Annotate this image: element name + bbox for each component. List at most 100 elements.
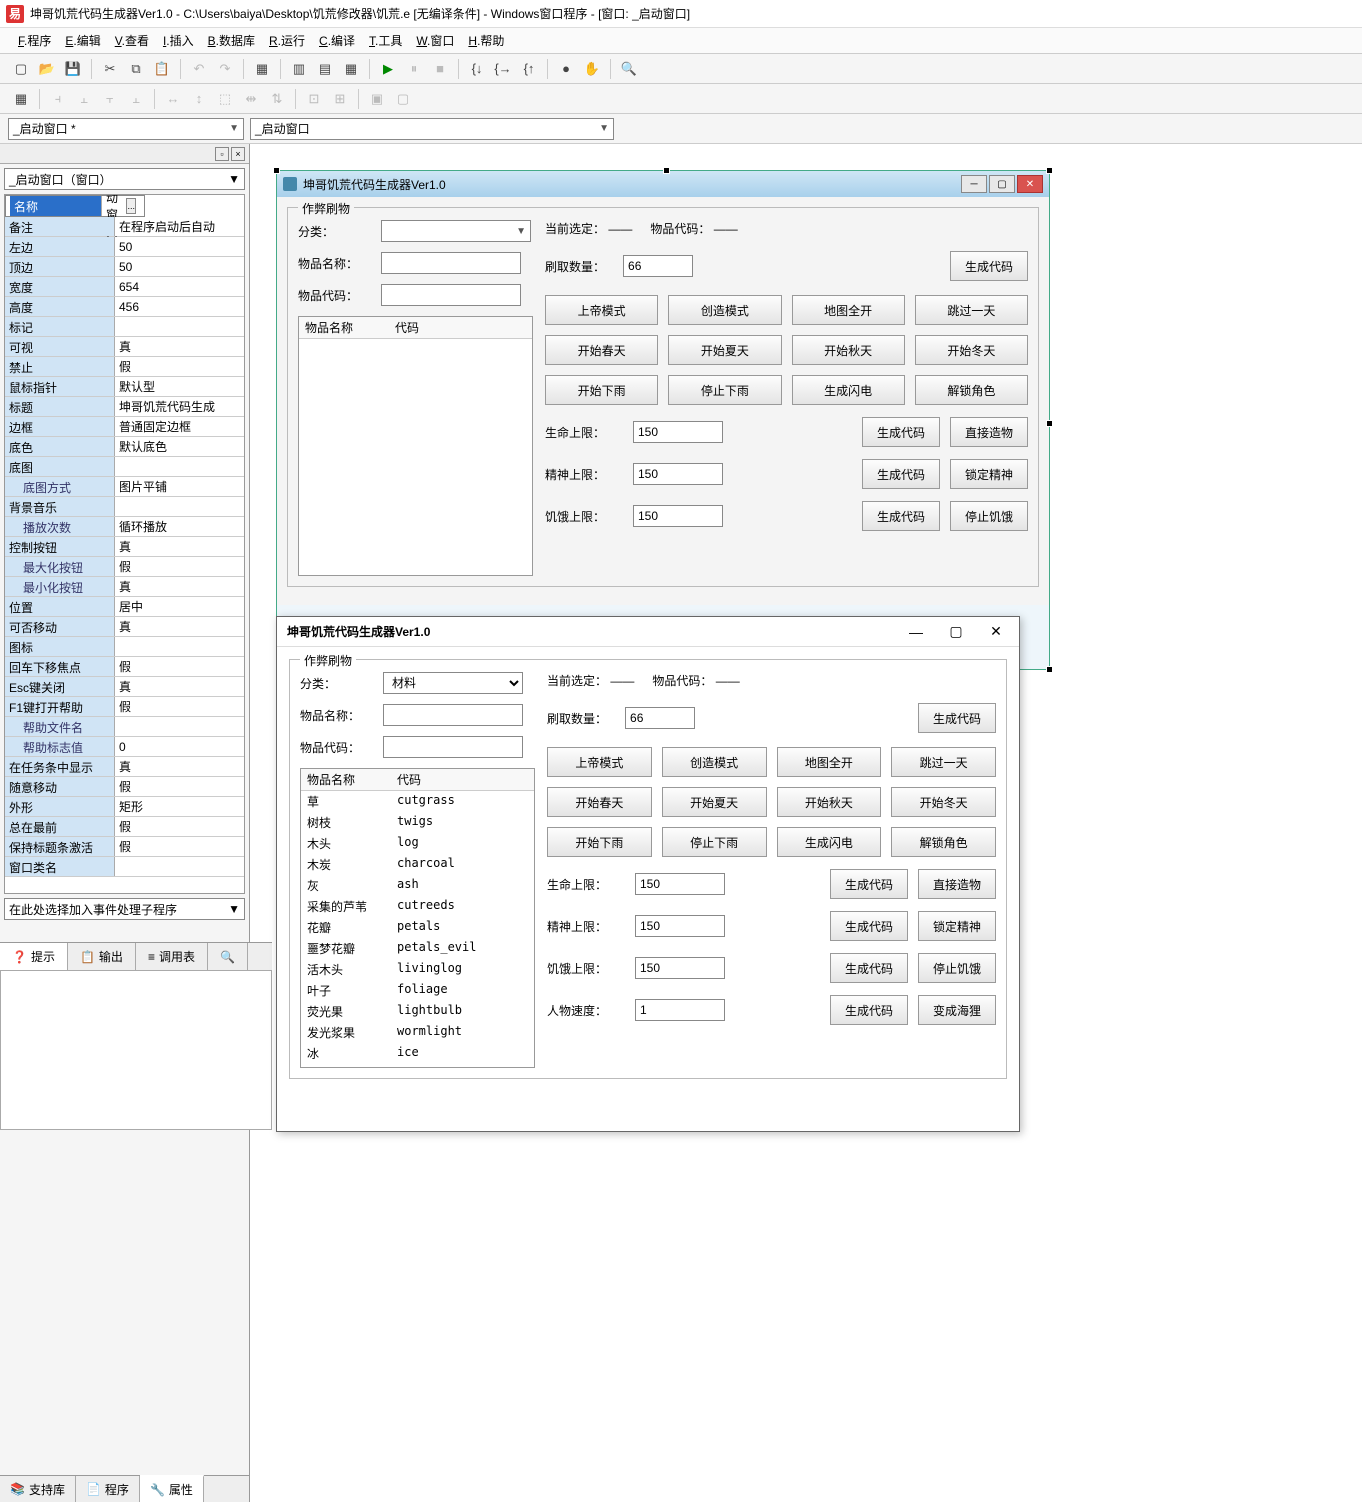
property-value[interactable]: 假 xyxy=(115,357,244,376)
space-h-icon[interactable]: ⇹ xyxy=(240,88,262,110)
light-button[interactable]: 生成闪电 xyxy=(792,375,905,405)
bring-front-icon[interactable]: ▣ xyxy=(366,88,388,110)
step-out-icon[interactable]: {↑ xyxy=(518,58,540,80)
property-value[interactable]: 真 xyxy=(115,677,244,696)
r-category-select[interactable]: 材料 xyxy=(383,672,523,694)
map-button[interactable]: 地图全开 xyxy=(792,295,905,325)
property-row[interactable]: 背景音乐 xyxy=(5,497,244,517)
r-direct-button[interactable]: 直接造物 xyxy=(918,869,996,899)
design-window[interactable]: 坤哥饥荒代码生成器Ver1.0 ─ ▢ ✕ 作弊刷物 分类： xyxy=(276,170,1050,670)
property-row[interactable]: 随意移动假 xyxy=(5,777,244,797)
spring-button[interactable]: 开始春天 xyxy=(547,787,652,817)
property-value[interactable]: 456 xyxy=(115,297,244,316)
create-button[interactable]: 创造模式 xyxy=(668,295,781,325)
property-value[interactable]: 假 xyxy=(115,837,244,856)
stop-hunger-button[interactable]: 停止饥饿 xyxy=(950,501,1028,531)
cascade-icon[interactable]: ▦ xyxy=(340,58,362,80)
r-spirit-input[interactable] xyxy=(635,915,725,937)
property-row[interactable]: 总在最前假 xyxy=(5,817,244,837)
unlock-button[interactable]: 解锁角色 xyxy=(915,375,1028,405)
align-center-icon[interactable]: ⫠ xyxy=(73,88,95,110)
copy-icon[interactable]: ⧉ xyxy=(125,58,147,80)
menu-item[interactable]: B.数据库 xyxy=(208,32,255,49)
tile-h-icon[interactable]: ▥ xyxy=(288,58,310,80)
maximize-icon[interactable]: ▢ xyxy=(989,175,1015,193)
tile-v-icon[interactable]: ▤ xyxy=(314,58,336,80)
list-item[interactable]: 噩梦花瓣petals_evil xyxy=(301,938,534,959)
property-grid[interactable]: 名称_启动窗口...备注在程序启动后自动左边50顶边50宽度654高度456标记… xyxy=(4,194,245,894)
find-person-icon[interactable]: 🔍 xyxy=(618,58,640,80)
property-value[interactable]: 循环播放 xyxy=(115,517,244,536)
property-row[interactable]: 回车下移焦点假 xyxy=(5,657,244,677)
center-h-icon[interactable]: ⊡ xyxy=(303,88,325,110)
send-back-icon[interactable]: ▢ xyxy=(392,88,414,110)
property-value[interactable]: 坤哥饥荒代码生成 xyxy=(115,397,244,416)
property-value[interactable]: 矩形 xyxy=(115,797,244,816)
property-row[interactable]: 底色默认底色 xyxy=(5,437,244,457)
list-item[interactable]: 草cutgrass xyxy=(301,791,534,812)
dock-close-icon[interactable]: × xyxy=(231,147,245,161)
menu-item[interactable]: R.运行 xyxy=(269,32,305,49)
align-left-icon[interactable]: ⫞ xyxy=(47,88,69,110)
list-item[interactable]: 荧光果lightbulb xyxy=(301,1001,534,1022)
property-value[interactable]: 假 xyxy=(115,817,244,836)
list-item[interactable]: 灰ash xyxy=(301,875,534,896)
winter-button[interactable]: 开始冬天 xyxy=(891,787,996,817)
list-item[interactable]: 活木头livinglog xyxy=(301,959,534,980)
new-icon[interactable]: ▢ xyxy=(10,58,32,80)
align-top-icon[interactable]: ⫠ xyxy=(125,88,147,110)
r-life-gen-button[interactable]: 生成代码 xyxy=(830,869,908,899)
list-item[interactable]: 木头log xyxy=(301,833,534,854)
property-value[interactable]: 假 xyxy=(115,777,244,796)
property-row[interactable]: 可否移动真 xyxy=(5,617,244,637)
property-row[interactable]: 名称_启动窗口... xyxy=(5,195,145,217)
object-selector[interactable]: _启动窗口（窗口）▼ xyxy=(4,168,245,190)
property-row[interactable]: 宽度654 xyxy=(5,277,244,297)
property-row[interactable]: 位置居中 xyxy=(5,597,244,617)
align-right-icon[interactable]: ⫟ xyxy=(99,88,121,110)
close-icon[interactable]: ✕ xyxy=(1017,175,1043,193)
list-item[interactable]: 木炭charcoal xyxy=(301,854,534,875)
menu-item[interactable]: T.工具 xyxy=(369,32,402,49)
light-button[interactable]: 生成闪电 xyxy=(777,827,882,857)
r-life-input[interactable] xyxy=(635,873,725,895)
skip-button[interactable]: 跳过一天 xyxy=(891,747,996,777)
center-v-icon[interactable]: ⊞ xyxy=(329,88,351,110)
winter-button[interactable]: 开始冬天 xyxy=(915,335,1028,365)
property-value[interactable]: 50 xyxy=(115,237,244,256)
property-value[interactable]: 0 xyxy=(115,737,244,756)
save-icon[interactable]: 💾 xyxy=(62,58,84,80)
property-value[interactable] xyxy=(115,717,244,736)
property-value[interactable]: 50 xyxy=(115,257,244,276)
property-value[interactable]: 真 xyxy=(115,757,244,776)
list-item[interactable]: 燧石flint xyxy=(301,1064,534,1068)
property-value[interactable] xyxy=(115,497,244,516)
property-row[interactable]: 图标 xyxy=(5,637,244,657)
property-value[interactable] xyxy=(115,457,244,476)
r-qty-input[interactable] xyxy=(625,707,695,729)
property-row[interactable]: 底图 xyxy=(5,457,244,477)
life-gen-button[interactable]: 生成代码 xyxy=(862,417,940,447)
same-width-icon[interactable]: ↔ xyxy=(162,88,184,110)
r-hunger-input[interactable] xyxy=(635,957,725,979)
breakpoint-icon[interactable]: ● xyxy=(555,58,577,80)
god-button[interactable]: 上帝模式 xyxy=(545,295,658,325)
property-row[interactable]: 最小化按钮真 xyxy=(5,577,244,597)
property-value[interactable]: 默认底色 xyxy=(115,437,244,456)
menu-item[interactable]: I.插入 xyxy=(163,32,194,49)
menu-item[interactable]: C.编译 xyxy=(319,32,355,49)
item-name-input[interactable] xyxy=(381,252,521,274)
property-value[interactable]: 假 xyxy=(115,557,244,576)
menu-item[interactable]: W.窗口 xyxy=(416,32,454,49)
pause-icon[interactable]: ⏸ xyxy=(403,58,425,80)
property-value[interactable]: 真 xyxy=(115,617,244,636)
property-value[interactable]: 图片平铺 xyxy=(115,477,244,496)
property-row[interactable]: 窗口类名 xyxy=(5,857,244,877)
property-row[interactable]: 鼠标指针默认型 xyxy=(5,377,244,397)
list-item[interactable]: 树枝twigs xyxy=(301,812,534,833)
unlock-button[interactable]: 解锁角色 xyxy=(891,827,996,857)
r-spirit-gen-button[interactable]: 生成代码 xyxy=(830,911,908,941)
gen-code-button[interactable]: 生成代码 xyxy=(950,251,1028,281)
item-code-input[interactable] xyxy=(381,284,521,306)
property-value[interactable]: 在程序启动后自动 xyxy=(115,217,244,236)
